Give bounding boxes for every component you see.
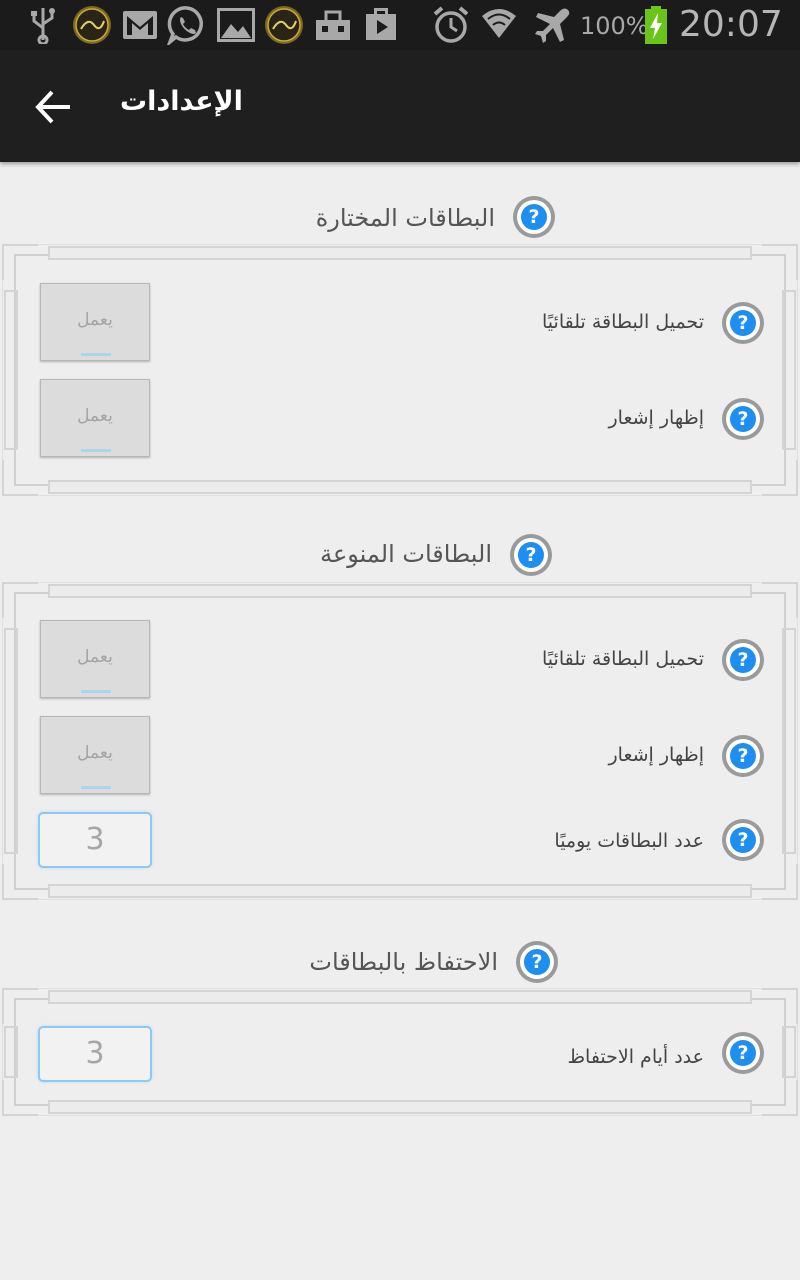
- status-bar: 100% 20:07: [0, 0, 800, 50]
- help-icon[interactable]: ?: [516, 941, 558, 983]
- app-badge-icon: [265, 6, 303, 44]
- app-bar: الإعدادات: [0, 50, 800, 162]
- section-header-various-cards: البطاقات المنوعة ?: [0, 532, 800, 582]
- show-notification-toggle[interactable]: يعمل: [40, 379, 150, 457]
- setting-label: عدد أيام الاحتفاظ: [567, 1046, 704, 1068]
- back-arrow-icon[interactable]: [30, 85, 82, 129]
- toggle-label: يعمل: [77, 406, 113, 426]
- help-icon[interactable]: ?: [722, 302, 764, 344]
- toggle-label: يعمل: [77, 647, 113, 667]
- help-icon[interactable]: ?: [722, 1032, 764, 1074]
- setting-row: يعمل تحميل البطاقة تلقائيًا ?: [0, 620, 800, 700]
- battery-charging-icon: [645, 6, 667, 44]
- setting-label: تحميل البطاقة تلقائيًا: [542, 648, 704, 670]
- gallery-icon: [217, 8, 255, 42]
- section-title: البطاقات المنوعة: [320, 540, 492, 568]
- store-icon: [366, 8, 396, 40]
- section-header-card-retention: الاحتفاظ بالبطاقات ?: [0, 940, 800, 990]
- help-icon[interactable]: ?: [722, 639, 764, 681]
- battery-percent: 100%: [580, 12, 649, 40]
- setting-label: إظهار إشعار: [608, 744, 705, 766]
- section-frame: [0, 242, 800, 498]
- retention-days-input[interactable]: 3: [38, 1026, 152, 1082]
- gmail-icon: [123, 11, 157, 39]
- setting-label: إظهار إشعار: [608, 407, 705, 429]
- help-icon[interactable]: ?: [722, 398, 764, 440]
- section-header-selected-cards: البطاقات المختارة ?: [0, 194, 800, 244]
- wifi-icon: [482, 9, 516, 38]
- help-icon[interactable]: ?: [510, 534, 552, 576]
- auto-load-toggle[interactable]: يعمل: [40, 620, 150, 698]
- usb-icon: [31, 8, 55, 44]
- alarm-icon: [433, 6, 469, 43]
- setting-label: تحميل البطاقة تلقائيًا: [542, 311, 704, 333]
- help-icon[interactable]: ?: [513, 196, 555, 238]
- setting-row: 3 عدد أيام الاحتفاظ ?: [0, 1026, 800, 1084]
- page-title: الإعدادات: [120, 86, 243, 117]
- clock: 20:07: [679, 4, 783, 45]
- sim-toolkit-icon: [316, 10, 350, 40]
- section-title: البطاقات المختارة: [315, 204, 495, 232]
- whatsapp-icon: [167, 6, 203, 45]
- airplane-icon: [535, 8, 570, 43]
- setting-row: يعمل إظهار إشعار ?: [0, 716, 800, 796]
- help-icon[interactable]: ?: [722, 735, 764, 777]
- toggle-label: يعمل: [77, 310, 113, 330]
- setting-row: يعمل تحميل البطاقة تلقائيًا ?: [0, 283, 800, 363]
- auto-load-toggle[interactable]: يعمل: [40, 283, 150, 361]
- app-badge-icon: [73, 6, 111, 44]
- show-notification-toggle[interactable]: يعمل: [40, 716, 150, 794]
- section-title: الاحتفاظ بالبطاقات: [309, 948, 498, 976]
- help-icon[interactable]: ?: [722, 819, 764, 861]
- setting-label: عدد البطاقات يوميًا: [554, 830, 704, 852]
- setting-row: 3 عدد البطاقات يوميًا ?: [0, 812, 800, 870]
- toggle-label: يعمل: [77, 743, 113, 763]
- setting-row: يعمل إظهار إشعار ?: [0, 379, 800, 459]
- cards-per-day-input[interactable]: 3: [38, 812, 152, 868]
